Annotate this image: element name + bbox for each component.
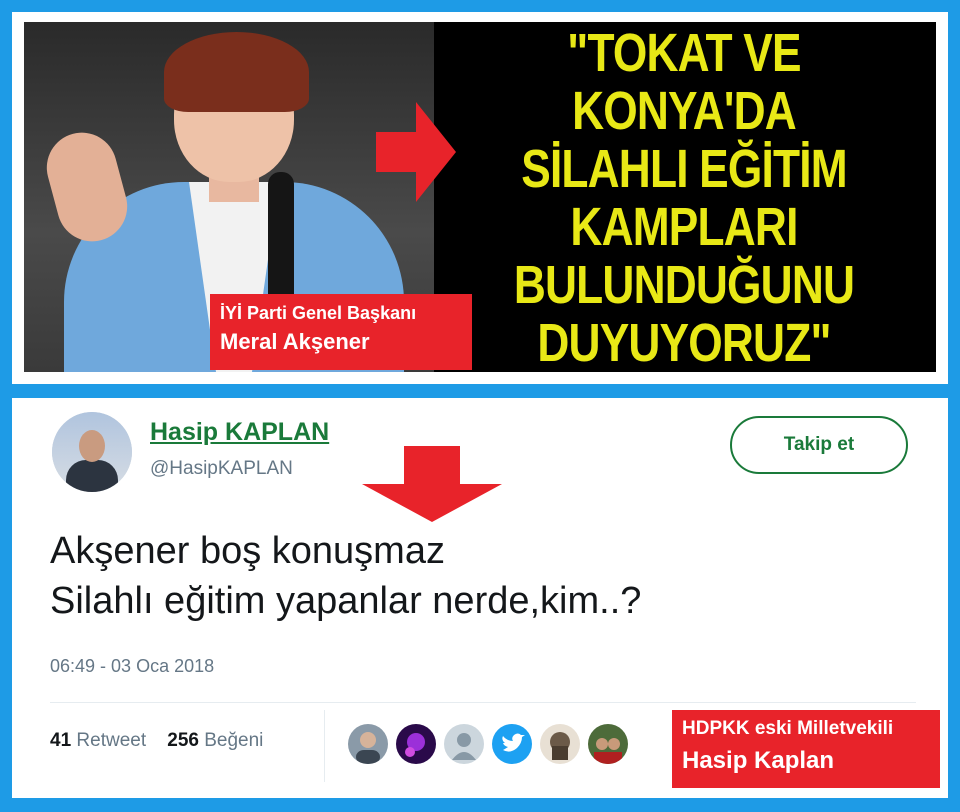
- arrow-right-icon: [376, 102, 456, 202]
- retweet-count[interactable]: 41: [50, 730, 71, 751]
- badge-name: Hasip Kaplan: [682, 747, 835, 774]
- tweet-timestamp[interactable]: 06:49 - 03 Oca 2018: [50, 656, 214, 677]
- quote-line: BULUNDUĞUNU: [513, 255, 855, 315]
- liker-avatar-2[interactable]: [396, 724, 436, 764]
- quote-line: "TOKAT VE KONYA'DA: [567, 23, 801, 141]
- badge-title: HDPKK eski Milletvekili: [682, 718, 894, 739]
- speaker-caption: İYİ Parti Genel Başkanı Meral Akşener: [210, 294, 472, 370]
- tweet-text: Akşener boş konuşmaz Silahlı eğitim yapa…: [50, 526, 641, 626]
- headline-quote: "TOKAT VE KONYA'DA SİLAHLI EĞİTİM KAMPLA…: [479, 24, 889, 372]
- tweet-text-line: Akşener boş konuşmaz: [50, 530, 445, 572]
- caption-title: İYİ Parti Genel Başkanı: [220, 303, 417, 323]
- like-count[interactable]: 256: [167, 730, 199, 751]
- news-banner: "TOKAT VE KONYA'DA SİLAHLI EĞİTİM KAMPLA…: [24, 22, 936, 372]
- twitter-bird-icon[interactable]: [492, 724, 532, 764]
- author-handle[interactable]: @HasipKAPLAN: [150, 458, 293, 480]
- liker-avatar-5[interactable]: [540, 724, 580, 764]
- retweet-label[interactable]: Retweet: [76, 730, 146, 751]
- divider: [324, 710, 325, 782]
- default-avatar-icon[interactable]: [444, 724, 484, 764]
- arrow-down-icon: [362, 446, 502, 522]
- liker-avatar-6[interactable]: [588, 724, 628, 764]
- tweet-text-line: Silahlı eğitim yapanlar nerde,kim..?: [50, 580, 642, 622]
- quote-line: DUYUYORUZ": [537, 313, 831, 372]
- author-caption-badge: HDPKK eski Milletvekili Hasip Kaplan: [672, 710, 940, 788]
- tweet-stats: 41 Retweet 256 Beğeni: [50, 730, 263, 752]
- caption-name: Meral Akşener: [220, 329, 370, 354]
- like-label[interactable]: Beğeni: [204, 730, 263, 751]
- author-name[interactable]: Hasip KAPLAN: [150, 418, 329, 447]
- follow-button[interactable]: Takip et: [730, 416, 908, 474]
- microphone-icon: [268, 172, 294, 312]
- divider: [50, 702, 916, 703]
- tweet-card: Hasip KAPLAN @HasipKAPLAN Takip et Akşen…: [12, 398, 948, 798]
- quote-line: SİLAHLI EĞİTİM: [521, 139, 847, 199]
- quote-line: KAMPLARI: [570, 197, 798, 257]
- liker-avatar-1[interactable]: [348, 724, 388, 764]
- avatar[interactable]: [52, 412, 132, 492]
- likers-list: [348, 724, 628, 764]
